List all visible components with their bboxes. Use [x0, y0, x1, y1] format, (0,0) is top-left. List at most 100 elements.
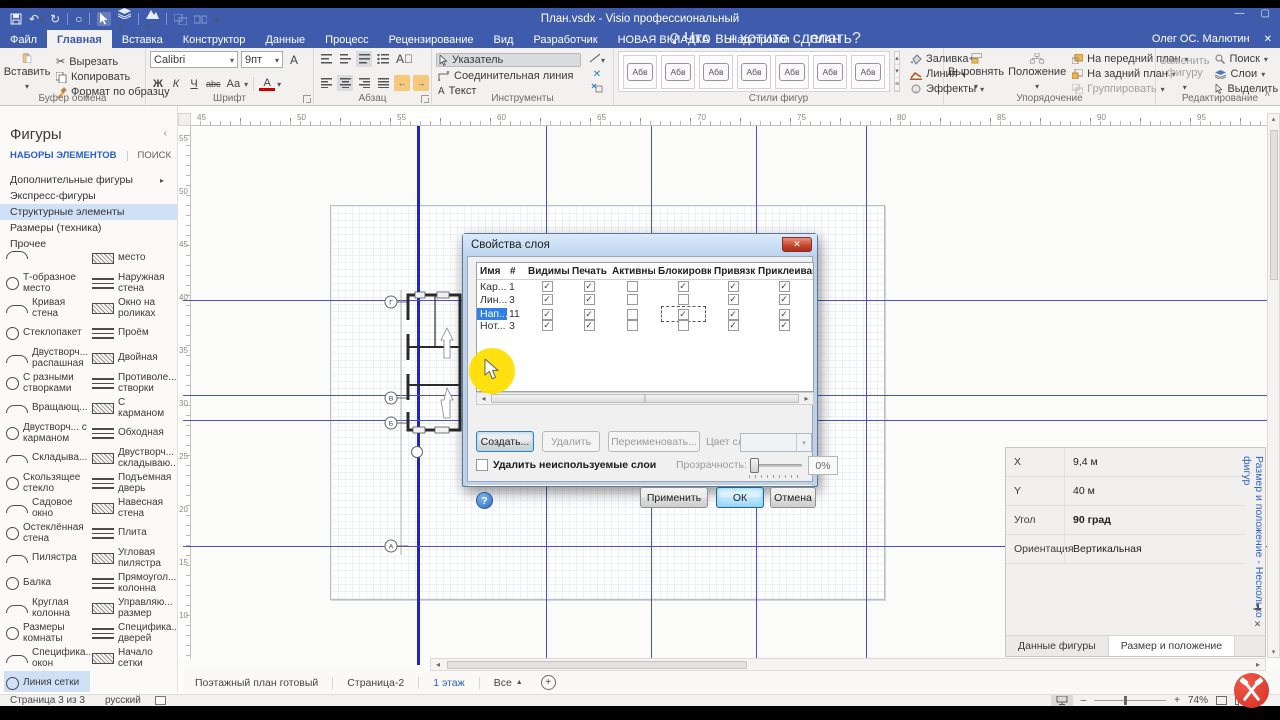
theme-icon[interactable] — [146, 8, 159, 31]
shape-style-swatch[interactable]: Абв — [737, 55, 771, 89]
delete-connector-button[interactable]: ✕ — [593, 69, 601, 80]
styles-gallery-more[interactable]: ≡ — [895, 78, 899, 91]
stencil-item[interactable]: Размеры (техника) — [0, 220, 178, 236]
shape-master-item[interactable]: Окно на роликах — [90, 296, 176, 321]
zoom-slider-thumb[interactable] — [1124, 696, 1127, 705]
macro-record-icon[interactable] — [155, 696, 166, 705]
pin-icon[interactable] — [1253, 604, 1262, 615]
checkbox[interactable] — [728, 320, 739, 331]
text-direction-button[interactable]: A⃕ — [394, 51, 415, 67]
shape-master-item[interactable]: Остеклённая стена — [4, 521, 90, 546]
qat-customize-caret[interactable] — [214, 13, 218, 25]
checkbox[interactable] — [584, 281, 595, 292]
align-center-button[interactable] — [337, 75, 353, 91]
line-tool-caret[interactable] — [601, 54, 605, 66]
font-size-combo[interactable]: 9пт — [241, 51, 283, 68]
shape-master-item[interactable]: Круглая колонна — [4, 596, 90, 621]
ribbon-tab[interactable]: Главная — [47, 30, 112, 48]
shape-master-item[interactable]: Плита — [90, 521, 176, 546]
shape-master-item[interactable]: Вращающ... — [4, 396, 90, 421]
shape-master-item[interactable]: Т-образное место — [4, 271, 90, 296]
page-tab-active[interactable]: 1 этаж — [429, 677, 468, 689]
layer-row[interactable]: Кар...1 — [477, 280, 813, 293]
shape-style-swatch[interactable]: Абв — [813, 55, 847, 89]
italic-button[interactable]: К — [168, 76, 184, 92]
font-family-combo[interactable]: Calibri — [150, 51, 238, 68]
ribbon-tab[interactable]: Файл — [0, 30, 47, 48]
checkbox[interactable] — [779, 309, 790, 320]
property-value[interactable]: 90 град — [1064, 506, 1245, 534]
shape-style-swatch[interactable]: Абв — [775, 55, 809, 89]
stencil-item[interactable]: Структурные элементы — [0, 204, 178, 220]
close-icon[interactable]: ✕ — [1264, 34, 1272, 45]
shape-master-item[interactable]: место — [90, 246, 176, 271]
collapse-panel-icon[interactable]: ‹ — [164, 128, 167, 139]
shape-master-item[interactable]: Наружная стена — [90, 271, 176, 296]
bold-button[interactable]: Ж — [150, 76, 166, 92]
align-middle-button[interactable] — [337, 51, 353, 67]
tab-stencil-sets[interactable]: НАБОРЫ ЭЛЕМЕНТОВ — [10, 150, 117, 161]
shape-master-item[interactable]: Двустворч... складываю... — [90, 446, 176, 471]
dialog-close-button[interactable]: ✕ — [782, 237, 812, 252]
close-panel-icon[interactable]: ✕ — [1254, 619, 1262, 630]
shape-master-item[interactable]: Скользящее стекло — [4, 471, 90, 496]
add-page-button[interactable]: + — [541, 675, 556, 690]
styles-scroll-up[interactable]: ▴ — [895, 52, 899, 65]
shape-master-item[interactable]: Начало сетки — [90, 646, 176, 671]
find-button[interactable]: Поиск — [1213, 53, 1280, 65]
checkbox[interactable] — [542, 294, 553, 305]
change-case-button[interactable]: Аа — [225, 76, 243, 92]
property-row[interactable]: Y 40 м — [1006, 477, 1245, 506]
language-status[interactable]: русский — [95, 695, 151, 706]
position-caret[interactable] — [1035, 80, 1039, 92]
ribbon-tab[interactable]: Процесс — [315, 30, 378, 48]
shape-master-item[interactable]: Управляю... размер — [90, 596, 176, 621]
zoom-in-button[interactable]: + — [1174, 695, 1180, 706]
shape-style-swatch[interactable]: Абв — [851, 55, 885, 89]
ribbon-tab[interactable]: Вставка — [112, 30, 173, 48]
shape-master-item[interactable]: Двустворч... с карманом — [4, 421, 90, 446]
collapse-ribbon-button[interactable]: ˄ — [1265, 89, 1270, 99]
table-scroll-thumb[interactable]: ║ — [491, 394, 799, 403]
checkbox[interactable] — [728, 281, 739, 292]
shape-master-item[interactable]: Пилястра — [4, 546, 90, 571]
property-row[interactable]: Ориентация Вертикальная — [1006, 535, 1245, 564]
shape-master-item[interactable]: Стеклопакет — [4, 321, 90, 346]
layer-row[interactable]: Нот...3 — [477, 319, 813, 332]
shape-master-item[interactable]: Линия сетки — [4, 671, 90, 692]
checkbox[interactable] — [678, 320, 689, 331]
checkbox[interactable] — [779, 320, 790, 331]
checkbox[interactable] — [779, 294, 790, 305]
apply-button[interactable]: Применить — [640, 487, 708, 508]
checkbox[interactable] — [678, 294, 689, 305]
stencil-item[interactable]: Дополнительные фигуры ▸ — [0, 172, 178, 188]
shape-style-swatch[interactable]: Абв — [699, 55, 733, 89]
checkbox[interactable] — [542, 309, 553, 320]
ribbon-tab[interactable]: Разработчик — [523, 30, 607, 48]
shape-master-item[interactable]: С карманом — [90, 396, 176, 421]
property-row[interactable]: Угол 90 град — [1006, 506, 1245, 535]
table-scroll-right[interactable]: ▸ — [800, 394, 813, 403]
shape-master-item[interactable]: С разными створками — [4, 371, 90, 396]
underline-button[interactable]: Ч — [186, 76, 202, 92]
align-top-button[interactable] — [318, 51, 334, 67]
align-bottom-button[interactable] — [356, 51, 372, 67]
help-button[interactable]: ? — [476, 492, 493, 509]
shape-master-item[interactable]: Противоле... створки — [90, 371, 176, 396]
font-family-caret[interactable] — [230, 54, 234, 66]
presentation-mode-icon[interactable] — [1051, 695, 1073, 707]
paste-button[interactable]: Вставить — [4, 51, 50, 92]
ok-button[interactable]: ОК — [716, 487, 764, 508]
shape-master-item[interactable]: Прямоугол... колонна — [90, 571, 176, 596]
styles-scroll-down[interactable]: ▾ — [895, 65, 899, 78]
checkbox[interactable] — [627, 320, 638, 331]
layers-button[interactable]: Слои — [1213, 68, 1280, 80]
checkbox[interactable] — [627, 294, 638, 305]
tab-search[interactable]: ПОИСК — [138, 150, 171, 161]
minimize-button[interactable]: — — [1235, 8, 1245, 19]
shape-style-swatch[interactable]: Абв — [623, 55, 657, 89]
scroll-left-arrow[interactable]: ◂ — [431, 660, 445, 669]
undo-caret[interactable] — [39, 12, 43, 26]
property-value[interactable]: Вертикальная — [1064, 535, 1245, 563]
page-tab[interactable]: Поэтажный план готовый — [191, 677, 322, 689]
